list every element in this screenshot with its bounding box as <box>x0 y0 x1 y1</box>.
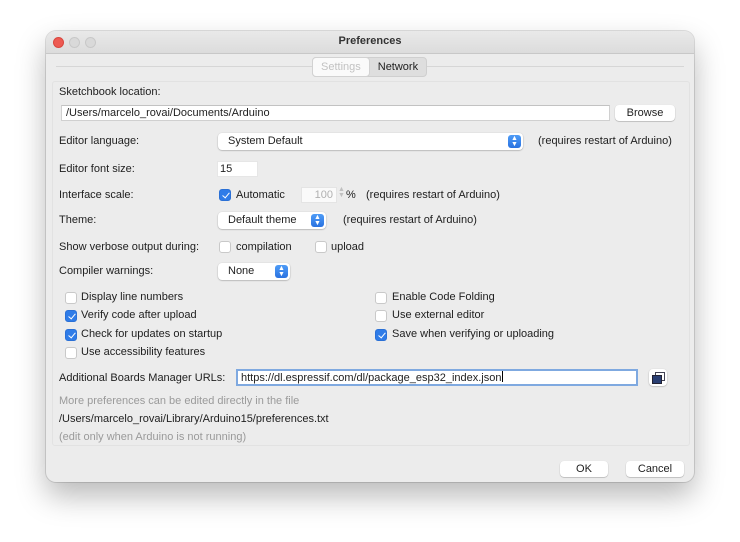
sketchbook-location-label: Sketchbook location: <box>59 86 161 98</box>
theme-note: (requires restart of Arduino) <box>343 214 477 226</box>
check-updates-label: Check for updates on startup <box>81 328 223 340</box>
verbose-upload-checkbox[interactable] <box>315 241 327 253</box>
editor-font-size-input[interactable]: 15 <box>217 161 258 177</box>
automatic-scale-label: Automatic <box>236 189 285 201</box>
verbose-upload-label: upload <box>331 241 365 253</box>
theme-label: Theme: <box>59 214 97 226</box>
save-when-verifying-label: Save when verifying or uploading <box>392 328 555 340</box>
boards-manager-urls-value: https://dl.espressif.com/dl/package_esp3… <box>241 372 502 384</box>
cancel-button[interactable]: Cancel <box>626 461 684 477</box>
accessibility-checkbox[interactable] <box>65 347 77 359</box>
more-preferences-note: More preferences can be edited directly … <box>59 395 300 407</box>
editor-language-label: Editor language: <box>59 135 140 147</box>
verbose-compilation-label: compilation <box>236 241 292 253</box>
edit-urls-button[interactable] <box>649 369 667 386</box>
edit-only-note: (edit only when Arduino is not running) <box>59 431 247 443</box>
verify-after-upload-checkbox[interactable] <box>65 310 77 322</box>
automatic-scale-checkbox[interactable] <box>219 189 231 201</box>
boards-manager-urls-input[interactable]: https://dl.espressif.com/dl/package_esp3… <box>236 369 638 386</box>
scale-spinner-arrows-icon[interactable]: ▲ ▼ <box>338 186 345 199</box>
save-when-verifying-checkbox[interactable] <box>375 329 387 341</box>
window-title: Preferences <box>338 35 402 47</box>
select-arrows-icon: ▲ ▼ <box>275 265 288 278</box>
browse-button[interactable]: Browse <box>615 105 675 121</box>
check-updates-checkbox[interactable] <box>65 329 77 341</box>
preferences-window: Preferences Settings Network Sketchbook … <box>46 31 694 482</box>
external-editor-label: Use external editor <box>392 309 485 321</box>
ok-button[interactable]: OK <box>560 461 608 477</box>
display-line-numbers-label: Display line numbers <box>81 291 184 303</box>
interface-scale-input[interactable]: 100 <box>301 187 337 203</box>
preferences-file-path: /Users/marcelo_rovai/Library/Arduino15/p… <box>59 413 329 425</box>
compiler-warnings-select[interactable]: None ▲ ▼ <box>218 263 290 280</box>
select-arrows-icon: ▲ ▼ <box>508 135 521 148</box>
settings-panel: Sketchbook location: /Users/marcelo_rova… <box>52 81 690 446</box>
editor-language-note: (requires restart of Arduino) <box>538 135 672 147</box>
display-line-numbers-checkbox[interactable] <box>65 292 77 304</box>
code-folding-label: Enable Code Folding <box>392 291 495 303</box>
compiler-warnings-label: Compiler warnings: <box>59 265 154 277</box>
tab-settings[interactable]: Settings <box>312 57 370 77</box>
editor-font-size-label: Editor font size: <box>59 163 135 175</box>
accessibility-label: Use accessibility features <box>81 346 206 358</box>
verbose-output-label: Show verbose output during: <box>59 241 200 253</box>
select-arrows-icon: ▲ ▼ <box>311 214 324 227</box>
code-folding-checkbox[interactable] <box>375 292 387 304</box>
compiler-warnings-value: None <box>228 265 255 277</box>
window-icon-front <box>652 375 662 384</box>
interface-scale-label: Interface scale: <box>59 189 134 201</box>
verify-after-upload-label: Verify code after upload <box>81 309 197 321</box>
sketchbook-location-input[interactable]: /Users/marcelo_rovai/Documents/Arduino <box>61 105 610 121</box>
theme-value: Default theme <box>228 214 297 226</box>
title-bar: Preferences <box>46 31 694 54</box>
boards-manager-urls-label: Additional Boards Manager URLs: <box>59 372 226 384</box>
theme-select[interactable]: Default theme ▲ ▼ <box>218 212 326 229</box>
editor-language-select[interactable]: System Default ▲ ▼ <box>218 133 523 150</box>
tab-network[interactable]: Network <box>370 58 426 76</box>
editor-language-value: System Default <box>228 135 303 147</box>
text-caret <box>501 371 503 382</box>
interface-scale-unit: % <box>346 189 356 201</box>
external-editor-checkbox[interactable] <box>375 310 387 322</box>
interface-scale-note: (requires restart of Arduino) <box>366 189 500 201</box>
verbose-compilation-checkbox[interactable] <box>219 241 231 253</box>
tab-bar: Settings Network <box>312 57 428 77</box>
